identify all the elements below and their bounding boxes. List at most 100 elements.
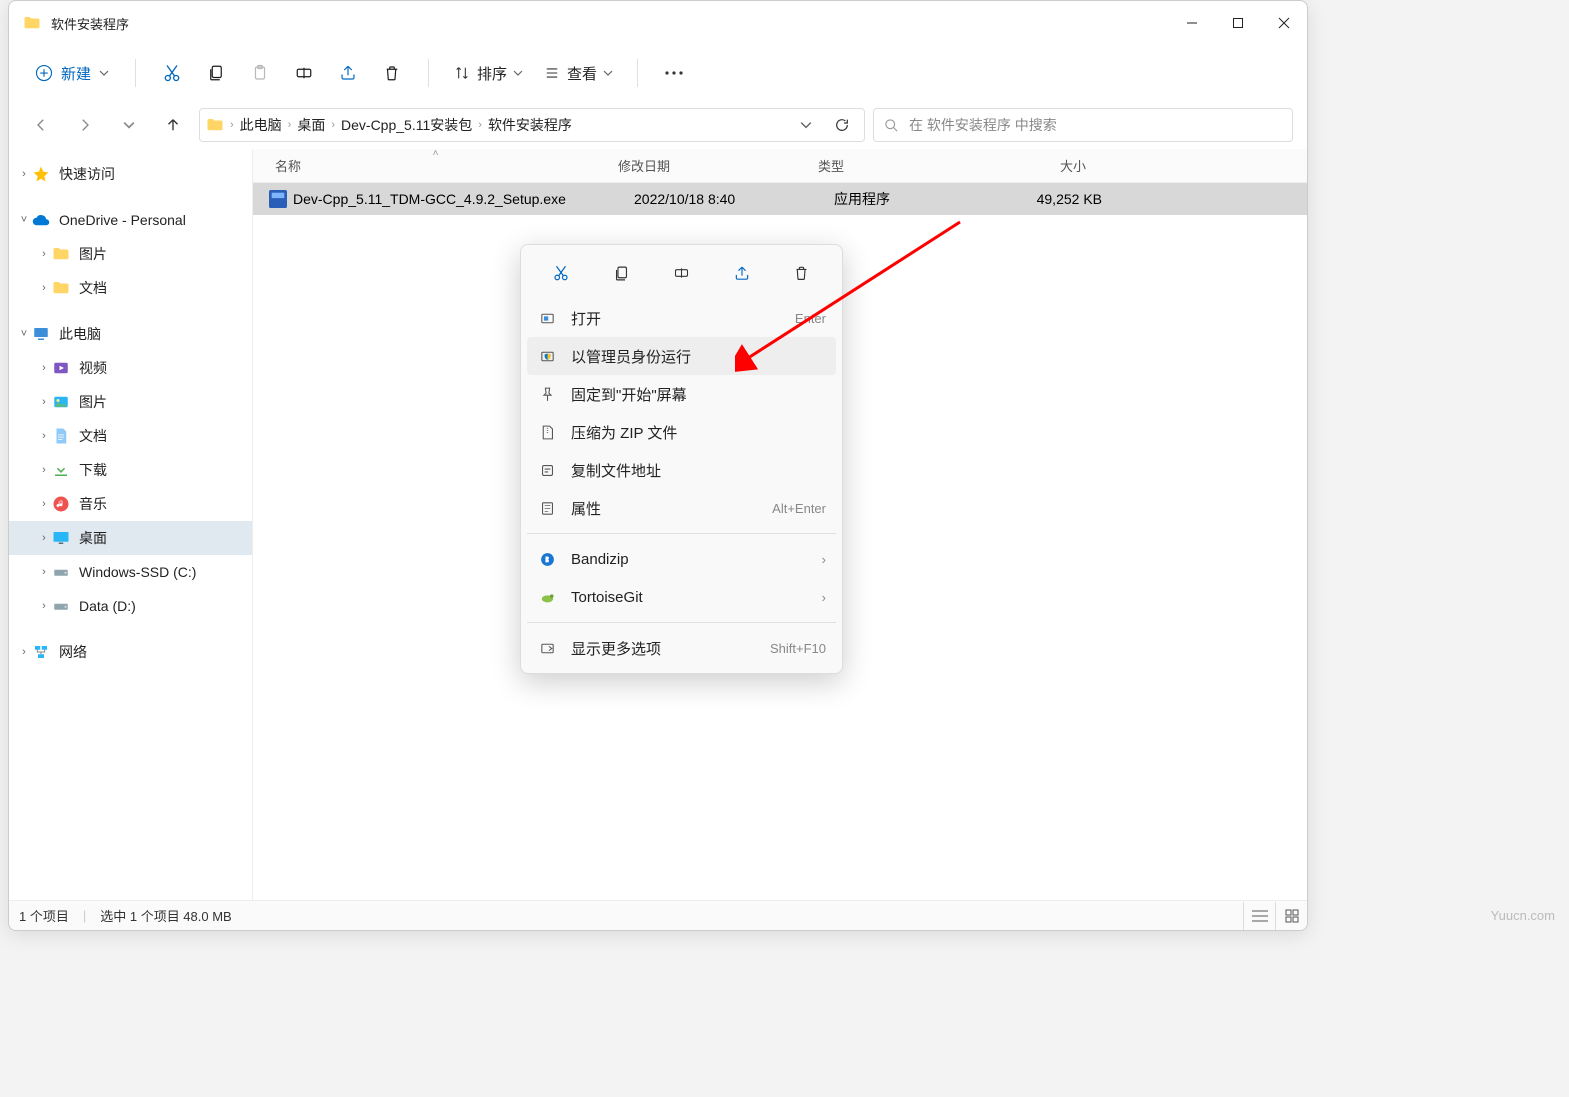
tree-label: 下载 [79, 460, 107, 480]
status-count: 1 个项目 [19, 906, 69, 925]
paste-button [240, 55, 280, 91]
delete-button[interactable] [372, 55, 412, 91]
ctx-icon [537, 638, 557, 658]
sidebar-item[interactable]: ›视频 [9, 351, 252, 385]
close-button[interactable] [1261, 1, 1307, 45]
context-menu-item[interactable]: 打开Enter [527, 299, 836, 337]
ctx-delete-button[interactable] [784, 257, 820, 289]
col-type[interactable]: 类型 [818, 156, 986, 175]
ctx-share-button[interactable] [724, 257, 760, 289]
file-date: 2022/10/18 8:40 [634, 191, 834, 207]
folder-icon [23, 14, 41, 32]
addr-dropdown[interactable] [788, 107, 824, 143]
chevron-icon: › [17, 168, 31, 180]
sidebar-item[interactable]: ˅此电脑 [9, 317, 252, 351]
refresh-button[interactable] [824, 107, 860, 143]
column-headers: ˄名称 修改日期 类型 大小 [253, 149, 1307, 183]
sidebar-item[interactable]: ›文档 [9, 271, 252, 305]
sidebar-item[interactable]: ›音乐 [9, 487, 252, 521]
new-button[interactable]: 新建 [25, 57, 119, 90]
sidebar-item[interactable]: ˅OneDrive - Personal [9, 203, 252, 237]
share-button[interactable] [328, 55, 368, 91]
ctx-icon [537, 422, 557, 442]
window-title: 软件安装程序 [51, 14, 1169, 33]
breadcrumb-item[interactable]: Dev-Cpp_5.11安装包 [339, 115, 474, 135]
sidebar-item[interactable]: › 快速访问 [9, 157, 252, 191]
address-bar[interactable]: › 此电脑› 桌面› Dev-Cpp_5.11安装包› 软件安装程序 [199, 108, 865, 142]
tree-icon [51, 562, 71, 582]
chevron-right-icon: › [822, 590, 826, 605]
view-button[interactable]: 查看 [535, 57, 621, 90]
forward-button[interactable] [67, 107, 103, 143]
sidebar-item[interactable]: ›Windows-SSD (C:) [9, 555, 252, 589]
maximize-button[interactable] [1215, 1, 1261, 45]
tree-icon [51, 278, 71, 298]
col-size[interactable]: 大小 [986, 156, 1106, 175]
rename-button[interactable] [284, 55, 324, 91]
statusbar: 1 个项目 | 选中 1 个项目 48.0 MB [9, 900, 1307, 930]
ctx-shortcut: Enter [795, 311, 826, 326]
tree-label: 图片 [79, 244, 107, 264]
col-name[interactable]: ˄名称 [253, 156, 618, 175]
status-selected: 选中 1 个项目 48.0 MB [100, 906, 231, 925]
ctx-copy-button[interactable] [603, 257, 639, 289]
context-menu-item[interactable]: 显示更多选项 Shift+F10 [527, 629, 836, 667]
sidebar-item[interactable]: ›桌面 [9, 521, 252, 555]
cut-button[interactable] [152, 55, 192, 91]
chevron-icon: › [37, 464, 51, 476]
sidebar-item[interactable]: ›网络 [9, 635, 252, 669]
context-menu-item[interactable]: 压缩为 ZIP 文件 [527, 413, 836, 451]
ctx-shortcut: Shift+F10 [770, 641, 826, 656]
file-type: 应用程序 [834, 189, 1002, 209]
sidebar-item[interactable]: ›图片 [9, 385, 252, 419]
tree-label: 音乐 [79, 494, 107, 514]
ctx-icon [537, 460, 557, 480]
sidebar-item[interactable]: ›Data (D:) [9, 589, 252, 623]
crumb-root-icon [204, 116, 226, 134]
tree-label: 此电脑 [59, 324, 101, 344]
back-button[interactable] [23, 107, 59, 143]
icons-view-button[interactable] [1275, 902, 1307, 930]
chevron-down-icon [603, 68, 613, 78]
file-row[interactable]: Dev-Cpp_5.11_TDM-GCC_4.9.2_Setup.exe 202… [253, 183, 1307, 215]
col-date[interactable]: 修改日期 [618, 156, 818, 175]
recent-button[interactable] [111, 107, 147, 143]
minimize-button[interactable] [1169, 1, 1215, 45]
breadcrumb-item[interactable]: 此电脑 [238, 115, 284, 135]
ctx-cut-button[interactable] [543, 257, 579, 289]
ctx-label: 显示更多选项 [571, 638, 756, 659]
ctx-label: 固定到"开始"屏幕 [571, 384, 826, 405]
tree-label: 桌面 [79, 528, 107, 548]
chevron-down-icon [513, 68, 523, 78]
context-menu-item[interactable]: 以管理员身份运行 [527, 337, 836, 375]
tree-icon [31, 164, 51, 184]
sidebar-item[interactable]: ›文档 [9, 419, 252, 453]
sidebar-item[interactable]: › 下载 [9, 453, 252, 487]
search-placeholder: 在 软件安装程序 中搜索 [909, 115, 1057, 135]
more-button[interactable] [654, 55, 694, 91]
sort-icon [453, 65, 471, 81]
context-menu-item[interactable]: 固定到"开始"屏幕 [527, 375, 836, 413]
context-menu-item[interactable]: 复制文件地址 [527, 451, 836, 489]
tree-label: 文档 [79, 278, 107, 298]
chevron-down-icon [99, 68, 109, 78]
ctx-icon [537, 384, 557, 404]
breadcrumb-item[interactable]: 桌面 [295, 115, 327, 135]
details-view-button[interactable] [1243, 902, 1275, 930]
sort-button[interactable]: 排序 [445, 57, 531, 90]
breadcrumb-item[interactable]: 软件安装程序 [486, 115, 574, 135]
search-icon [884, 118, 899, 133]
address-row: › 此电脑› 桌面› Dev-Cpp_5.11安装包› 软件安装程序 在 软件安… [9, 101, 1307, 149]
search-input[interactable]: 在 软件安装程序 中搜索 [873, 108, 1293, 142]
sidebar: ›快速访问˅OneDrive - Personal›图片›文档˅此电脑›视频›图… [9, 149, 253, 900]
context-menu-item[interactable]: Bandizip› [527, 540, 836, 578]
sidebar-item[interactable]: ›图片 [9, 237, 252, 271]
ctx-shortcut: Alt+Enter [772, 501, 826, 516]
context-menu-item[interactable]: 属性Alt+Enter [527, 489, 836, 527]
ctx-rename-button[interactable] [663, 257, 699, 289]
copy-button[interactable] [196, 55, 236, 91]
chevron-icon: › [37, 362, 51, 374]
context-menu-item[interactable]: TortoiseGit› [527, 578, 836, 616]
tree-label: 快速访问 [59, 164, 115, 184]
up-button[interactable] [155, 107, 191, 143]
